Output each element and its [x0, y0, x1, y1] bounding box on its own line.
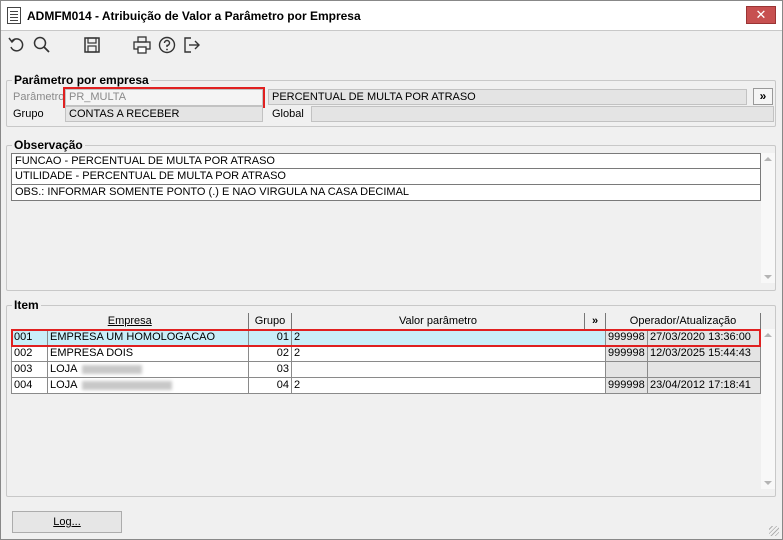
observacao-scrollbar[interactable]	[761, 153, 775, 283]
row-valor[interactable]: 2	[291, 376, 606, 394]
table-row[interactable]: 001 EMPRESA UM HOMOLOGACAO 01 2 999998 2…	[11, 328, 761, 346]
global-field	[311, 106, 774, 122]
row-valor[interactable]: 2	[291, 328, 606, 346]
row-atualizacao: 12/03/2025 15:44:43	[647, 344, 761, 362]
document-icon	[7, 7, 21, 24]
title-bar: ADMFM014 - Atribuição de Valor a Parâmet…	[1, 1, 782, 31]
row-valor[interactable]: 2	[291, 344, 606, 362]
parametro-description: PERCENTUAL DE MULTA POR ATRASO	[268, 89, 747, 105]
column-header-operador[interactable]: Operador/Atualização	[605, 313, 761, 330]
row-atualizacao	[647, 360, 761, 378]
observacao-line: OBS.: INFORMAR SOMENTE PONTO (.) E NAO V…	[11, 185, 761, 201]
column-expand-button[interactable]: »	[584, 313, 606, 330]
parametro-input[interactable]: PR_MULTA	[63, 87, 265, 108]
redacted-text	[81, 380, 172, 390]
scroll-down-icon[interactable]	[764, 275, 772, 279]
parametro-legend: Parâmetro por empresa	[12, 73, 151, 87]
parametro-label: Parâmetro	[13, 91, 65, 103]
column-header-grupo[interactable]: Grupo	[248, 313, 292, 330]
grupo-field: CONTAS A RECEBER	[65, 106, 263, 122]
item-scrollbar[interactable]	[761, 329, 775, 489]
table-row[interactable]: 004 LOJA 04 2 999998 23/04/2012 17:18:41	[11, 376, 761, 394]
observacao-list: FUNCAO - PERCENTUAL DE MULTA POR ATRASO …	[11, 153, 761, 201]
redacted-text	[81, 364, 142, 374]
row-empresa-cell: LOJA	[47, 360, 249, 378]
row-valor[interactable]	[291, 360, 606, 378]
toolbar	[1, 32, 782, 58]
grupo-label: Grupo	[13, 108, 44, 120]
column-header-valor[interactable]: Valor parâmetro	[291, 313, 585, 330]
row-code: 003	[11, 360, 48, 378]
row-operador: 999998	[605, 328, 648, 346]
scroll-up-icon[interactable]	[764, 157, 772, 161]
row-code: 004	[11, 376, 48, 394]
row-empresa-cell: LOJA	[47, 376, 249, 394]
row-operador: 999998	[605, 376, 648, 394]
undo-icon[interactable]	[7, 35, 27, 55]
observacao-line: FUNCAO - PERCENTUAL DE MULTA POR ATRASO	[11, 153, 761, 169]
item-table: Empresa Grupo Valor parâmetro » Operador…	[11, 313, 761, 394]
row-code: 002	[11, 344, 48, 362]
scroll-down-icon[interactable]	[764, 481, 772, 485]
row-atualizacao: 23/04/2012 17:18:41	[647, 376, 761, 394]
table-row[interactable]: 002 EMPRESA DOIS 02 2 999998 12/03/2025 …	[11, 344, 761, 362]
close-button[interactable]: ✕	[746, 6, 776, 24]
global-label: Global	[272, 108, 304, 120]
row-code: 001	[11, 328, 48, 346]
row-empresa: LOJA	[50, 363, 78, 375]
save-icon[interactable]	[82, 35, 102, 55]
row-grupo: 02	[248, 344, 292, 362]
row-grupo: 03	[248, 360, 292, 378]
row-empresa: LOJA	[50, 379, 78, 391]
search-icon[interactable]	[32, 35, 52, 55]
log-button-label: Log...	[53, 516, 81, 528]
window-title: ADMFM014 - Atribuição de Valor a Parâmet…	[27, 9, 361, 23]
observacao-legend: Observação	[12, 138, 85, 152]
row-grupo: 04	[248, 376, 292, 394]
row-empresa: EMPRESA DOIS	[47, 344, 249, 362]
column-header-empresa[interactable]: Empresa	[11, 313, 249, 330]
row-empresa: EMPRESA UM HOMOLOGACAO	[47, 328, 249, 346]
log-button[interactable]: Log...	[12, 511, 122, 533]
main-window: ADMFM014 - Atribuição de Valor a Parâmet…	[0, 0, 783, 540]
resize-grip-icon[interactable]	[769, 526, 779, 536]
help-icon[interactable]	[157, 35, 177, 55]
observacao-line: UTILIDADE - PERCENTUAL DE MULTA POR ATRA…	[11, 169, 761, 185]
parametro-lookup-button[interactable]: »	[753, 88, 773, 105]
row-operador: 999998	[605, 344, 648, 362]
row-atualizacao: 27/03/2020 13:36:00	[647, 328, 761, 346]
table-row[interactable]: 003 LOJA 03	[11, 360, 761, 378]
scroll-up-icon[interactable]	[764, 333, 772, 337]
exit-icon[interactable]	[182, 35, 202, 55]
empresa-header-label: Empresa	[107, 314, 152, 327]
row-grupo: 01	[248, 328, 292, 346]
row-operador	[605, 360, 648, 378]
item-legend: Item	[12, 298, 41, 312]
print-icon[interactable]	[132, 35, 152, 55]
